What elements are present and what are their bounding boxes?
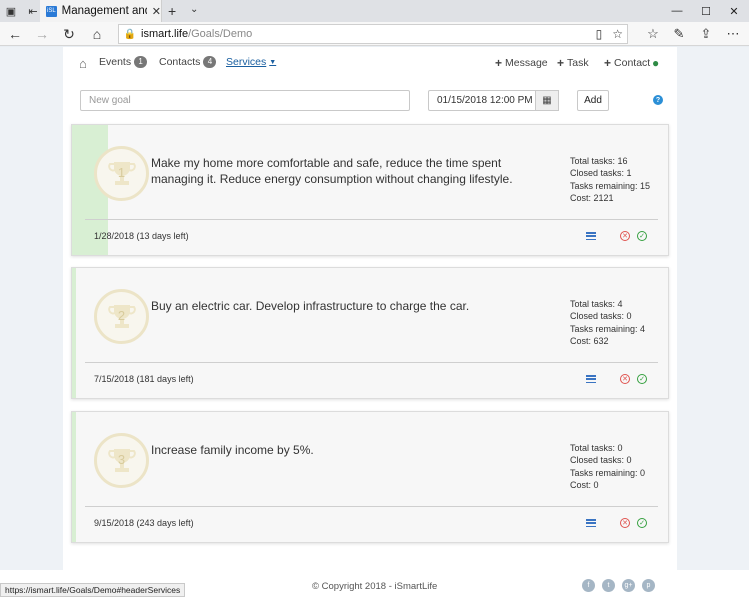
plus-icon: + xyxy=(557,56,565,70)
user-icon: ● xyxy=(652,56,660,70)
trophy-icon: 3 xyxy=(94,433,149,488)
contact-nav-link[interactable]: + Contact xyxy=(604,56,650,70)
goal-deadline: 7/15/2018 (181 days left) xyxy=(94,374,194,384)
complete-goal-icon[interactable]: ✓ xyxy=(637,231,647,241)
favorites-hub-icon[interactable]: ☆ xyxy=(642,24,664,44)
goal-stats: Total tasks: 4 Closed tasks: 0 Tasks rem… xyxy=(570,299,646,346)
delete-goal-icon[interactable]: ✕ xyxy=(620,518,630,528)
add-goal-button[interactable]: Add xyxy=(577,90,609,111)
home-icon: ⌂ xyxy=(79,56,87,71)
task-label: Task xyxy=(567,57,589,69)
tab-close-icon[interactable]: ✕ xyxy=(152,5,161,18)
delete-goal-icon[interactable]: ✕ xyxy=(620,231,630,241)
more-menu-icon[interactable]: ⋯ xyxy=(722,24,744,44)
goal-stats: Total tasks: 0 Closed tasks: 0 Tasks rem… xyxy=(570,443,646,490)
card-divider xyxy=(85,219,658,220)
goal-number: 2 xyxy=(117,308,126,323)
goal-progress-bar xyxy=(72,268,76,398)
new-goal-input[interactable]: New goal xyxy=(80,90,410,111)
favorite-star-icon[interactable]: ☆ xyxy=(612,27,623,41)
contact-label: Contact xyxy=(614,57,651,69)
goal-progress-bar xyxy=(72,412,76,542)
tab-title: Management and planr xyxy=(61,5,147,17)
status-bar-url: https://ismart.life/Goals/Demo#headerSer… xyxy=(0,583,186,597)
new-tab-icon[interactable]: + xyxy=(168,3,176,19)
goal-deadline: 1/28/2018 (13 days left) xyxy=(94,231,189,241)
events-count-badge: 1 xyxy=(134,56,148,68)
home-nav-link[interactable]: ⌂ xyxy=(79,56,87,71)
goal-date-input[interactable]: 01/15/2018 12:00 PM xyxy=(428,90,536,111)
goal-number: 3 xyxy=(117,452,126,467)
minimize-icon[interactable]: — xyxy=(662,0,692,22)
goal-card[interactable]: 2 Buy an electric car. Develop infrastru… xyxy=(71,267,669,399)
address-bar[interactable]: 🔒 ismart.life/Goals/Demo ▯ ☆ xyxy=(118,24,628,44)
facebook-icon[interactable]: f xyxy=(582,579,595,592)
browser-tab-active[interactable]: iSL Management and planr ✕ xyxy=(40,0,162,22)
copyright-text: © Copyright 2018 - iSmartLife xyxy=(312,581,438,592)
top-navigation: ⌂ Events 1 Contacts 4 Services ▼ + Messa… xyxy=(63,47,677,79)
task-list-icon[interactable] xyxy=(586,519,596,527)
share-icon[interactable]: ⇪ xyxy=(695,24,717,44)
browser-toolbar: ← → ↻ ⌂ 🔒 ismart.life/Goals/Demo ▯ ☆ ☆ ✎… xyxy=(0,22,749,46)
twitter-icon[interactable]: t xyxy=(602,579,615,592)
plus-icon: + xyxy=(495,56,503,70)
web-note-icon[interactable]: ✎ xyxy=(668,24,690,44)
goal-card[interactable]: 3 Increase family income by 5%. Total ta… xyxy=(71,411,669,543)
pinterest-icon[interactable]: p xyxy=(642,579,655,592)
caret-down-icon: ▼ xyxy=(269,58,277,66)
message-nav-link[interactable]: + Message xyxy=(495,56,548,70)
complete-goal-icon[interactable]: ✓ xyxy=(637,518,647,528)
services-label: Services xyxy=(226,56,267,68)
goal-title[interactable]: Make my home more comfortable and safe, … xyxy=(151,155,551,187)
events-nav-link[interactable]: Events 1 xyxy=(99,56,148,68)
tab-actions-icon[interactable]: ▣ xyxy=(0,0,22,22)
google-plus-icon[interactable]: g+ xyxy=(622,579,635,592)
goal-stats: Total tasks: 16 Closed tasks: 1 Tasks re… xyxy=(570,156,651,203)
reading-view-icon[interactable]: ▯ xyxy=(596,27,603,41)
maximize-icon[interactable]: ☐ xyxy=(691,0,721,22)
url-path: /Goals/Demo xyxy=(188,28,253,40)
contacts-label: Contacts xyxy=(159,56,201,68)
contacts-count-badge: 4 xyxy=(203,56,217,68)
delete-goal-icon[interactable]: ✕ xyxy=(620,374,630,384)
message-label: Message xyxy=(505,57,548,69)
back-arrow-icon[interactable]: ← xyxy=(4,24,26,44)
home-browser-icon[interactable]: ⌂ xyxy=(86,24,108,44)
contacts-nav-link[interactable]: Contacts 4 xyxy=(159,56,217,68)
help-icon[interactable]: ? xyxy=(653,95,663,105)
complete-goal-icon[interactable]: ✓ xyxy=(637,374,647,384)
card-divider xyxy=(85,506,658,507)
calendar-icon[interactable]: ▦ xyxy=(535,90,559,111)
task-list-icon[interactable] xyxy=(586,232,596,240)
site-favicon-icon: iSL xyxy=(46,5,57,17)
page-viewport: ⌂ Events 1 Contacts 4 Services ▼ + Messa… xyxy=(0,47,749,600)
trophy-icon: 1 xyxy=(94,146,149,201)
forward-arrow-icon[interactable]: → xyxy=(31,24,53,44)
window-close-icon[interactable]: ✕ xyxy=(719,0,749,22)
events-label: Events xyxy=(99,56,132,68)
task-list-icon[interactable] xyxy=(586,375,596,383)
goal-title[interactable]: Buy an electric car. Develop infrastruct… xyxy=(151,298,551,314)
goal-card[interactable]: 1 Make my home more comfortable and safe… xyxy=(71,124,669,256)
task-nav-link[interactable]: + Task xyxy=(557,56,589,70)
lock-icon: 🔒 xyxy=(123,28,137,40)
card-divider xyxy=(85,362,658,363)
main-container: ⌂ Events 1 Contacts 4 Services ▼ + Messa… xyxy=(63,47,677,570)
trophy-icon: 2 xyxy=(94,289,149,344)
goal-number: 1 xyxy=(117,165,126,180)
goal-title[interactable]: Increase family income by 5%. xyxy=(151,442,551,458)
refresh-icon[interactable]: ↻ xyxy=(58,24,80,44)
tab-list-chevron-icon[interactable]: ⌄ xyxy=(190,4,198,15)
goal-deadline: 9/15/2018 (243 days left) xyxy=(94,518,194,528)
user-profile-link[interactable]: ● xyxy=(652,56,659,70)
plus-icon: + xyxy=(604,56,612,70)
url-host: ismart.life xyxy=(141,28,189,40)
services-dropdown[interactable]: Services ▼ xyxy=(226,56,276,68)
